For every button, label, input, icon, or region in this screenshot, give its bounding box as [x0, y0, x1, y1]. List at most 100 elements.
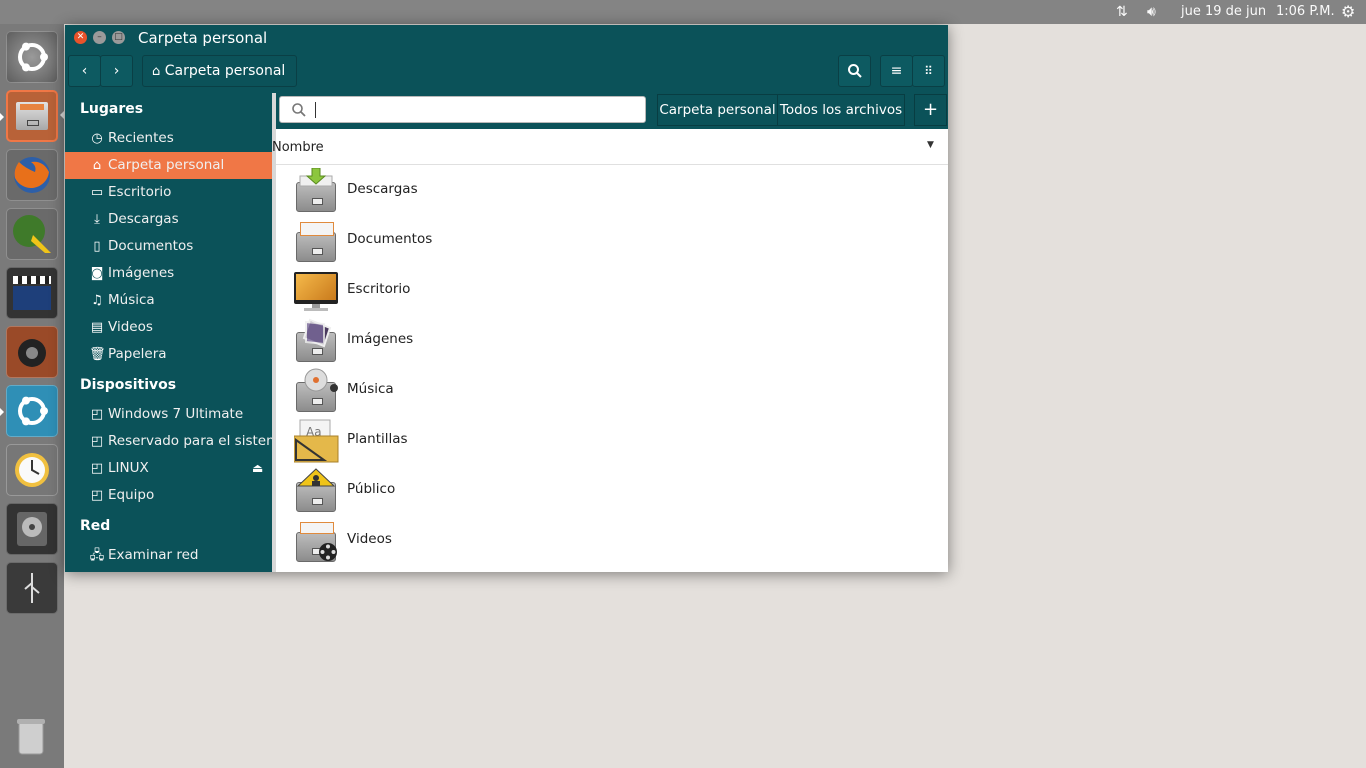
ubuntu-dash-icon[interactable] — [6, 31, 58, 83]
window-title: Carpeta personal — [138, 29, 268, 47]
top-panel: ⇅ 🔊︎ jue 19 de jun 1:06 P.M. ⚙ — [0, 0, 1366, 24]
files-icon[interactable] — [6, 90, 58, 142]
video-editor-icon[interactable] — [6, 267, 58, 319]
qgis-icon[interactable] — [6, 208, 58, 260]
clock-icon: ◷ — [91, 131, 103, 146]
list-item[interactable]: Aa Plantillas — [276, 415, 948, 465]
sort-arrow-icon[interactable]: ▼ — [927, 140, 934, 150]
file-name: Documentos — [347, 231, 433, 247]
backup-icon[interactable] — [6, 444, 58, 496]
grid-view-button[interactable]: ⠿ — [912, 55, 945, 87]
sidebar-item-recientes[interactable]: ◷ Recientes — [65, 125, 272, 152]
sidebar-item-label: Reservado para el sistema — [108, 433, 288, 449]
volume-icon[interactable]: 🔊︎ — [1147, 0, 1156, 24]
maximize-icon[interactable]: □ — [112, 31, 125, 44]
list-item[interactable]: Documentos — [276, 215, 948, 265]
sidebar-item-label: Equipo — [108, 487, 155, 503]
date-label[interactable]: jue 19 de jun — [1181, 0, 1266, 24]
file-name: Público — [347, 481, 396, 497]
list-item[interactable]: Imágenes — [276, 315, 948, 365]
list-item[interactable]: Público — [276, 465, 948, 515]
list-item[interactable]: Descargas — [276, 165, 948, 215]
firefox-icon[interactable] — [6, 149, 58, 201]
public-folder-icon — [294, 468, 338, 512]
sidebar-item-equipo[interactable]: ◰ Equipo — [65, 482, 272, 509]
sidebar-item-descargas[interactable]: ⤓ Descargas — [65, 206, 272, 233]
sidebar-item-windows-7[interactable]: ◰ Windows 7 Ultimate — [65, 401, 272, 428]
forward-button[interactable]: › — [100, 55, 133, 87]
sidebar-item-escritorio[interactable]: ▭ Escritorio — [65, 179, 272, 206]
text-cursor — [315, 102, 316, 118]
location-bar: Carpeta personal Todos los archivos + — [276, 93, 948, 129]
sidebar-item-label: Examinar red — [108, 547, 199, 563]
chevron-right-icon: › — [113, 63, 120, 79]
gear-icon[interactable]: ⚙ — [1341, 0, 1355, 24]
search-input[interactable] — [279, 96, 646, 123]
drive-icon: ◰ — [90, 488, 104, 503]
titlebar[interactable]: ✕ – □ Carpeta personal — [65, 25, 948, 53]
file-manager-window: ✕ – □ Carpeta personal ‹ › ⌂ Carpeta per… — [65, 25, 948, 572]
minimize-icon[interactable]: – — [93, 31, 106, 44]
grid-icon: ⠿ — [924, 64, 933, 78]
music-player-icon[interactable] — [6, 326, 58, 378]
sidebar-item-label: Videos — [108, 319, 153, 335]
close-icon[interactable]: ✕ — [74, 31, 87, 44]
search-icon — [847, 64, 862, 78]
sidebar-item-linux[interactable]: ◰ LINUX ⏏ — [65, 455, 272, 482]
list-item[interactable]: Videos — [276, 515, 948, 565]
download-icon: ⤓ — [94, 212, 100, 227]
column-header-name[interactable]: Nombre — [272, 140, 324, 155]
sidebar: Lugares ◷ Recientes ⌂ Carpeta personal ▭… — [65, 93, 288, 572]
document-icon: ▯ — [93, 239, 101, 254]
sidebar-item-examinar-red[interactable]: 🖧︎ Examinar red — [65, 542, 272, 569]
home-icon: ⌂ — [152, 64, 161, 79]
sidebar-item-label: Documentos — [108, 238, 194, 254]
sidebar-item-papelera[interactable]: 🗑︎ Papelera — [65, 341, 272, 368]
documents-folder-icon — [294, 218, 338, 262]
file-name: Música — [347, 381, 394, 397]
drive-icon: ◰ — [90, 434, 104, 449]
path-button-label: Carpeta personal — [164, 63, 286, 79]
sidebar-item-videos[interactable]: ▤ Videos — [65, 314, 272, 341]
location-all-files-button[interactable]: Todos los archivos — [777, 94, 905, 126]
list-item[interactable]: Escritorio — [276, 265, 948, 315]
add-location-button[interactable]: + — [914, 94, 947, 126]
folder-icon: ▭ — [90, 185, 104, 200]
file-view: Carpeta personal Todos los archivos + No… — [272, 93, 948, 572]
usb-icon[interactable] — [6, 562, 58, 614]
eject-icon[interactable]: ⏏ — [252, 455, 263, 482]
sidebar-item-musica[interactable]: ♫ Música — [65, 287, 272, 314]
sidebar-heading-places: Lugares — [80, 101, 144, 117]
clock-label[interactable]: 1:06 P.M. — [1276, 0, 1335, 24]
desktop-folder-icon — [294, 268, 338, 312]
list-item[interactable]: Música — [276, 365, 948, 415]
trash-icon[interactable] — [6, 710, 58, 762]
network-icon: 🖧︎ — [89, 548, 105, 563]
back-button[interactable]: ‹ — [68, 55, 101, 87]
search-button[interactable] — [838, 55, 871, 87]
list-view-button[interactable]: ≡ — [880, 55, 913, 87]
sidebar-item-reservado[interactable]: ◰ Reservado para el sistema — [65, 428, 288, 455]
disk-utility-icon[interactable] — [6, 503, 58, 555]
sidebar-item-documentos[interactable]: ▯ Documentos — [65, 233, 272, 260]
sidebar-item-imagenes[interactable]: ◙ Imágenes — [65, 260, 272, 287]
music-folder-icon — [294, 368, 338, 412]
sidebar-item-label: Windows 7 Ultimate — [108, 406, 244, 422]
trash-icon: 🗑︎ — [89, 347, 106, 362]
file-name: Escritorio — [347, 281, 411, 297]
drive-icon: ◰ — [90, 407, 104, 422]
file-name: Videos — [347, 531, 392, 547]
software-updater-icon[interactable] — [6, 385, 58, 437]
location-home-button[interactable]: Carpeta personal — [657, 94, 778, 126]
sidebar-item-label: Imágenes — [108, 265, 175, 281]
downloads-folder-icon — [294, 168, 338, 212]
network-arrows-icon[interactable]: ⇅ — [1116, 0, 1128, 24]
launcher — [0, 24, 64, 768]
drive-icon: ◰ — [90, 461, 104, 476]
toolbar: ‹ › ⌂ Carpeta personal ≡ ⠿ — [65, 53, 948, 93]
file-name: Imágenes — [347, 331, 414, 347]
file-name: Plantillas — [347, 431, 408, 447]
file-name: Descargas — [347, 181, 418, 197]
path-button-home[interactable]: ⌂ Carpeta personal — [142, 55, 297, 87]
sidebar-item-carpeta-personal[interactable]: ⌂ Carpeta personal — [65, 152, 272, 179]
